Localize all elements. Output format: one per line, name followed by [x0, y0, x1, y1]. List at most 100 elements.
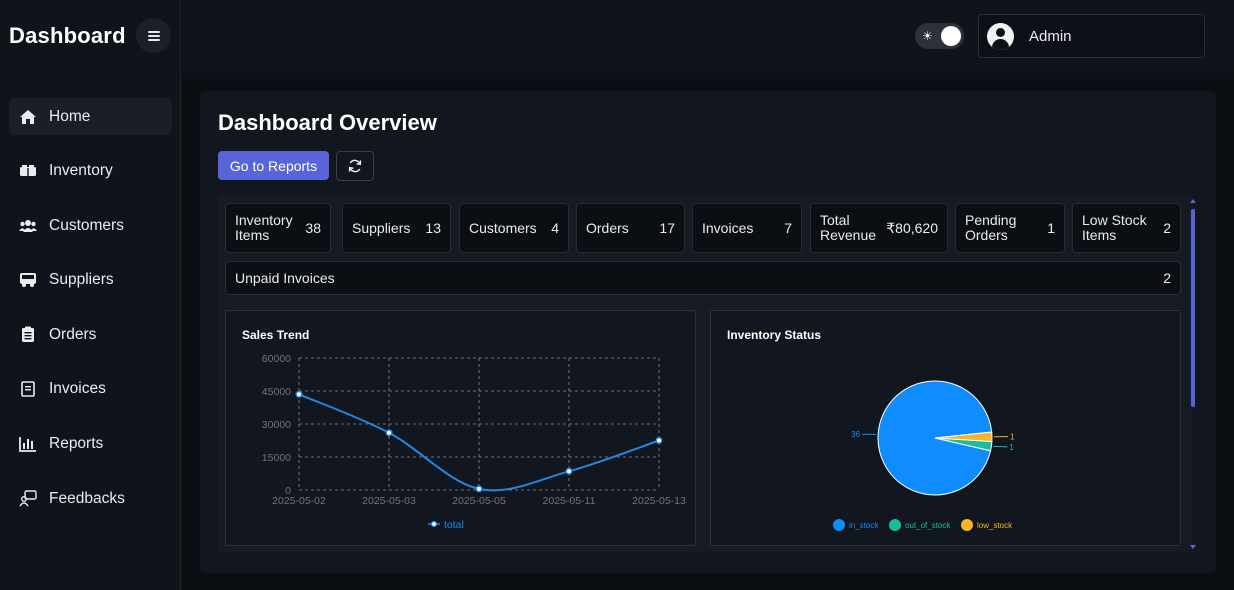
- legend-label: in_stock: [849, 521, 879, 530]
- invoice-icon: [19, 380, 37, 398]
- sidebar-item-label: Inventory: [49, 162, 113, 180]
- stat-label: Pending Orders: [965, 212, 1017, 243]
- go-to-reports-button[interactable]: Go to Reports: [218, 151, 329, 180]
- sidebar: Dashboard Home Inventory Customers Suppl…: [0, 0, 181, 590]
- unpaid-label: Unpaid Invoices: [235, 269, 335, 286]
- x-tick-label: 2025-05-05: [452, 495, 506, 507]
- home-icon: [19, 108, 37, 126]
- sidebar-item-label: Orders: [49, 325, 97, 343]
- x-tick-label: 2025-05-03: [362, 495, 416, 507]
- stat-card-pending-orders: Pending Orders 1: [955, 203, 1065, 253]
- stat-card-invoices: Invoices 7: [692, 203, 802, 253]
- stat-label: Low Stock Items: [1082, 212, 1147, 243]
- stat-label: Customers: [469, 219, 537, 236]
- x-tick-label: 2025-05-11: [543, 495, 596, 507]
- bar-chart-icon: [19, 435, 37, 453]
- sales-trend-chart: 0150003000045000600002025-05-02 2025-05-0…: [262, 353, 686, 531]
- clipboard-icon: [19, 326, 37, 344]
- theme-toggle[interactable]: ☀: [915, 23, 964, 49]
- scroll-up-arrow[interactable]: [1190, 199, 1196, 203]
- sidebar-item-inventory[interactable]: Inventory: [9, 153, 172, 190]
- stat-card-suppliers: Suppliers 13: [342, 203, 451, 253]
- stat-label: Orders: [586, 219, 629, 236]
- stat-value: 1: [1047, 220, 1055, 236]
- sidebar-item-label: Feedbacks: [49, 489, 125, 507]
- stat-value: 17: [659, 220, 675, 236]
- brand: Dashboard: [9, 18, 126, 54]
- data-point: [295, 390, 303, 398]
- y-tick-label: 60000: [262, 353, 291, 365]
- user-name: Admin: [1029, 27, 1072, 45]
- stat-value: 2: [1163, 220, 1171, 236]
- sidebar-nav: Home Inventory Customers Suppliers Order…: [9, 98, 172, 535]
- dashboard-content: Inventory Items 38 Suppliers 13 Customer…: [218, 195, 1193, 553]
- x-tick-label: 2025-05-13: [632, 495, 686, 507]
- inventory-status-chart: 36 11 in_stock out_of_stock low_stock: [833, 380, 1015, 531]
- sales-trend-card: Sales Trend 0 15000 30000 45000 60000 2025-05…: [225, 310, 696, 546]
- page-title: Dashboard Overview: [218, 110, 437, 135]
- scrollbar[interactable]: [1188, 195, 1198, 553]
- toggle-knob: [941, 26, 961, 46]
- sidebar-item-home[interactable]: Home: [9, 98, 172, 135]
- data-point: [475, 485, 483, 493]
- main-panel: Dashboard Overview Go to Reports Invento…: [200, 91, 1216, 573]
- legend-marker: [833, 519, 845, 531]
- sidebar-item-customers[interactable]: Customers: [9, 207, 172, 244]
- sidebar-item-reports[interactable]: Reports: [9, 426, 172, 463]
- stat-value: 38: [305, 220, 321, 236]
- sidebar-item-label: Invoices: [49, 380, 106, 398]
- data-point: [565, 467, 573, 475]
- stat-card-low-stock-items: Low Stock Items 2: [1072, 203, 1181, 253]
- sidebar-item-label: Suppliers: [49, 271, 114, 289]
- inventory-status-card: Inventory Status 36 1 1 in_stock out_of_stoc…: [710, 310, 1181, 546]
- stat-card-orders: Orders 17: [576, 203, 685, 253]
- avatar: [987, 22, 1014, 50]
- menu-toggle-button[interactable]: [136, 18, 171, 53]
- refresh-icon: [348, 159, 362, 173]
- legend-marker: [889, 519, 901, 531]
- sidebar-item-suppliers[interactable]: Suppliers: [9, 262, 172, 299]
- hamburger-icon: [147, 30, 160, 41]
- sidebar-item-label: Customers: [49, 216, 124, 234]
- refresh-button[interactable]: [336, 151, 374, 181]
- sidebar-item-label: Reports: [49, 435, 104, 453]
- data-point: [655, 436, 663, 445]
- pie-data-label: 1: [1010, 433, 1015, 442]
- stat-value: ₹80,620: [886, 219, 938, 236]
- brand-title: Dashboard: [9, 23, 126, 48]
- sidebar-item-feedbacks[interactable]: Feedbacks: [9, 480, 172, 517]
- data-point: [385, 429, 393, 437]
- stat-value: 13: [425, 220, 441, 236]
- pie-data-label: 36: [851, 430, 860, 439]
- sidebar-item-invoices[interactable]: Invoices: [9, 371, 172, 408]
- user-menu[interactable]: Admin: [978, 14, 1205, 58]
- stat-label: Inventory Items: [235, 212, 293, 243]
- scrollbar-thumb[interactable]: [1191, 209, 1195, 407]
- stat-label: Suppliers: [352, 219, 411, 236]
- truck-icon: [19, 271, 37, 289]
- stat-card-total-revenue: Total Revenue ₹80,620: [810, 203, 948, 253]
- stat-label: Total Revenue: [820, 212, 877, 243]
- feedback-icon: [19, 490, 37, 508]
- legend-label: low_stock: [977, 521, 1013, 530]
- y-tick-label: 45000: [262, 386, 291, 398]
- sun-icon: ☀: [922, 29, 933, 43]
- stat-label: Invoices: [702, 219, 754, 236]
- boxes-icon: [19, 162, 37, 180]
- users-icon: [19, 217, 37, 235]
- unpaid-value: 2: [1163, 270, 1171, 286]
- sidebar-item-orders[interactable]: Orders: [9, 316, 172, 353]
- legend-marker: [961, 519, 973, 531]
- sidebar-item-label: Home: [49, 107, 91, 125]
- legend-marker-point: [430, 520, 438, 528]
- stat-card-customers: Customers 4: [459, 203, 569, 253]
- y-tick-label: 15000: [262, 452, 291, 464]
- pie-data-label: 1: [1009, 443, 1014, 452]
- topbar: ☀ Admin: [182, 0, 1234, 73]
- unpaid-invoices-row: Unpaid Invoices 2: [225, 261, 1181, 295]
- y-tick-label: 30000: [262, 419, 291, 431]
- scroll-down-arrow[interactable]: [1190, 545, 1196, 549]
- legend-label: out_of_stock: [905, 521, 951, 530]
- stat-value: 4: [551, 220, 559, 236]
- stat-value: 7: [784, 220, 792, 236]
